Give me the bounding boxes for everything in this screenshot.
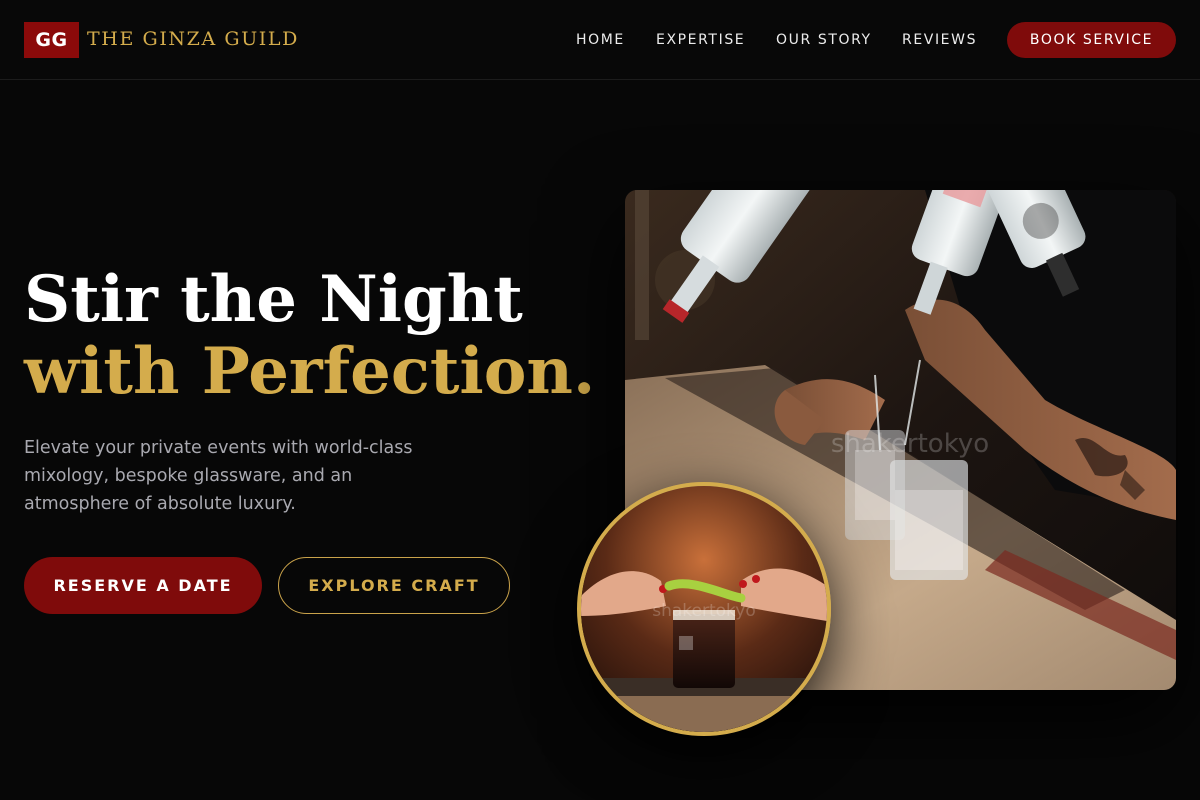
hero-subtitle: Elevate your private events with world-c… <box>24 438 413 514</box>
cocktail-garnish-photo: shakertokyo <box>577 482 831 736</box>
nav-link-home[interactable]: HOME <box>576 32 625 48</box>
hero-title-line-1: Stir the Night <box>24 262 523 337</box>
nav-link-reviews[interactable]: REVIEWS <box>902 32 977 48</box>
book-service-button[interactable]: BOOK SERVICE <box>1007 22 1176 58</box>
reserve-date-button[interactable]: RESERVE A DATE <box>24 557 262 614</box>
nav-link-expertise[interactable]: EXPERTISE <box>656 32 745 48</box>
brand-name[interactable]: THE GINZA GUILD <box>87 28 299 50</box>
logo-badge[interactable]: GG <box>24 22 79 58</box>
circle-photo-watermark: shakertokyo <box>652 601 756 621</box>
top-navigation: GG THE GINZA GUILD HOME EXPERTISE OUR ST… <box>0 0 1200 80</box>
explore-craft-button[interactable]: EXPLORE CRAFT <box>278 557 510 614</box>
nav-link-our-story[interactable]: OUR STORY <box>776 32 872 48</box>
hero-title-line-2: with Perfection. <box>24 334 596 409</box>
main-photo-watermark: shakertokyo <box>831 429 989 459</box>
